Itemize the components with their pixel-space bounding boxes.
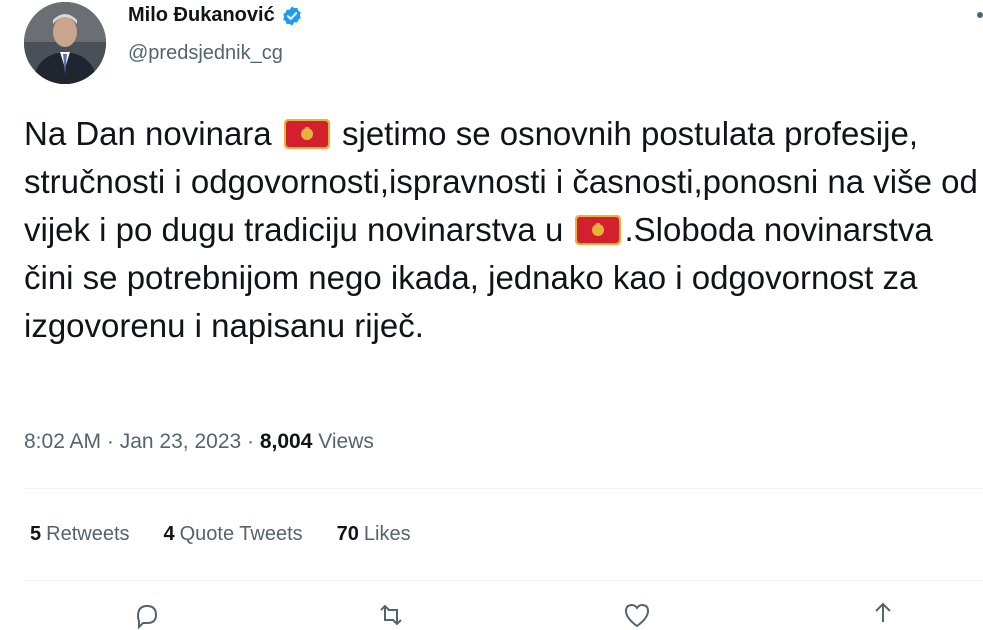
montenegro-flag-icon [283,119,330,149]
more-options-icon[interactable] [977,12,983,18]
avatar[interactable] [24,2,106,84]
verified-badge-icon [282,5,301,26]
like-icon[interactable] [622,600,652,630]
retweets-label: Retweets [46,523,130,545]
meta-separator: · [241,430,260,453]
montenegro-flag-icon [575,215,622,245]
reply-icon[interactable] [132,600,162,630]
share-icon[interactable] [868,600,898,630]
tweet-text-part1: Na Dan novinara [24,115,272,152]
tweet-stats: 5 Retweets 4 Quote Tweets 70 Likes [30,523,411,546]
views-count: 8,004 [259,430,313,453]
quote-tweets-stat[interactable]: 4 Quote Tweets [164,523,303,546]
likes-label: Likes [363,523,411,545]
retweet-icon[interactable] [376,600,406,630]
divider [24,488,983,489]
author-handle[interactable]: @predsjednik_cg [128,42,283,65]
meta-separator: · [101,430,120,453]
quote-tweets-label: Quote Tweets [179,523,303,545]
views-label: Views [312,430,374,453]
retweets-count: 5 [30,523,42,545]
author-name-row[interactable]: Milo Đukanović [128,4,303,27]
author-name[interactable]: Milo Đukanović [128,4,275,27]
tweet-date[interactable]: Jan 23, 2023 [120,430,241,453]
tweet-text: Na Dan novinara sjetimo se osnovnih post… [24,110,979,350]
quote-tweets-count: 4 [163,523,175,545]
likes-count: 70 [336,523,359,545]
likes-stat[interactable]: 70 Likes [337,523,411,546]
tweet-time[interactable]: 8:02 AM [24,430,101,453]
retweets-stat[interactable]: 5 Retweets [30,523,130,546]
tweet-meta: 8:02 AM · Jan 23, 2023 · 8,004 Views [24,430,374,454]
divider [24,580,983,581]
action-bar [0,600,983,630]
